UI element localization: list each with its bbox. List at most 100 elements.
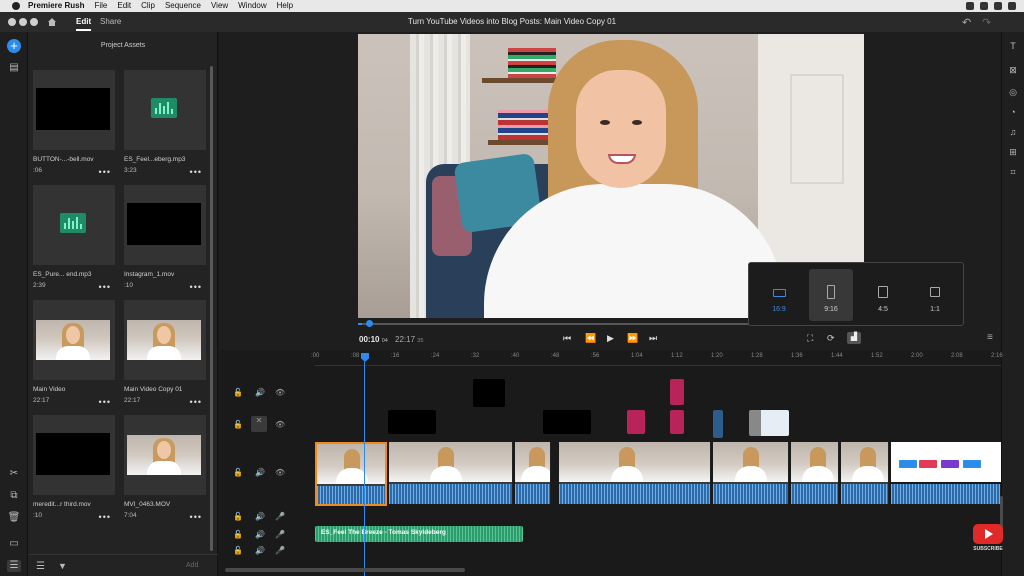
project-assets-icon[interactable]: ▤ xyxy=(7,62,21,74)
trash-icon[interactable]: 🗑 xyxy=(7,512,21,524)
more-options-icon[interactable]: ••• xyxy=(99,167,111,177)
menu-edit[interactable]: Edit xyxy=(117,0,131,12)
asset-item[interactable]: MVI_0463.MOV 7:04 ••• xyxy=(124,415,206,535)
play-icon[interactable]: ▶ xyxy=(607,333,614,344)
microphone-icon[interactable]: 🎤 xyxy=(275,530,285,539)
eye-icon[interactable]: 👁 xyxy=(275,420,285,429)
microphone-icon[interactable]: 🎤 xyxy=(275,546,285,555)
volume-icon[interactable]: 🔊 xyxy=(255,468,265,477)
microphone-icon[interactable]: 🎤 xyxy=(275,512,285,521)
menu-help[interactable]: Help xyxy=(277,0,293,12)
asset-item[interactable]: ES_Pure... end.mp3 2:39 ••• xyxy=(33,185,115,305)
assets-scrollbar[interactable] xyxy=(210,66,213,551)
video-clip[interactable] xyxy=(791,442,839,504)
overlay-clip[interactable] xyxy=(543,410,591,434)
volume-icon[interactable]: 🔊 xyxy=(255,530,265,539)
asset-item[interactable]: BUTTON-...-bell.mov :06 ••• xyxy=(33,70,115,190)
overlay-clip[interactable] xyxy=(713,410,723,438)
more-options-icon[interactable]: ••• xyxy=(190,282,202,292)
list-view-icon[interactable]: ☰ xyxy=(36,561,45,572)
fullscreen-icon[interactable]: ⛶ xyxy=(807,333,813,344)
video-clip[interactable] xyxy=(515,442,551,504)
lock-icon[interactable]: 🔓 xyxy=(233,530,243,539)
overlay-clip[interactable] xyxy=(749,410,789,436)
overlay-clip[interactable] xyxy=(670,410,684,434)
dropbox-icon[interactable] xyxy=(966,2,974,10)
video-clip[interactable] xyxy=(713,442,789,504)
color-icon[interactable]: ◎ xyxy=(1007,86,1019,98)
lock-icon[interactable]: 🔓 xyxy=(233,512,243,521)
go-to-start-icon[interactable]: ⏮ xyxy=(563,333,571,344)
transitions-icon[interactable]: ⊠ xyxy=(1007,64,1019,76)
step-forward-icon[interactable]: ⏩ xyxy=(627,333,638,344)
video-clip[interactable] xyxy=(389,442,513,504)
selected-video-clip[interactable] xyxy=(315,442,387,506)
overlay-clip[interactable] xyxy=(388,410,436,434)
asset-item[interactable]: Main Video 22:17 ••• xyxy=(33,300,115,420)
menu-file[interactable]: File xyxy=(94,0,107,12)
timeline-horizontal-scrollbar[interactable] xyxy=(225,568,465,572)
duplicate-icon[interactable]: ⧉ xyxy=(7,490,21,502)
menu-app-name[interactable]: Premiere Rush xyxy=(28,0,84,12)
overlay-clip[interactable] xyxy=(627,410,645,434)
more-options-icon[interactable]: ••• xyxy=(190,397,202,407)
menu-icon[interactable]: ≡ xyxy=(987,332,993,343)
audio-icon[interactable]: ♫ xyxy=(1007,126,1019,138)
menu-view[interactable]: View xyxy=(211,0,228,12)
video-clip[interactable] xyxy=(841,442,889,504)
eye-icon[interactable]: 👁 xyxy=(275,388,285,397)
more-options-icon[interactable]: ••• xyxy=(190,512,202,522)
more-options-icon[interactable]: ••• xyxy=(99,282,111,292)
overlay-clip[interactable] xyxy=(670,379,684,405)
redo-icon[interactable]: ↷ xyxy=(982,16,991,29)
creative-cloud-icon[interactable] xyxy=(994,2,1002,10)
more-options-icon[interactable]: ••• xyxy=(99,397,111,407)
timeline-view-icon[interactable]: ▭ xyxy=(7,538,21,550)
lock-icon[interactable]: 🔓 xyxy=(233,420,243,429)
overlay-clip[interactable] xyxy=(473,379,505,407)
music-clip[interactable]: ES_Feel The Breeze - Tomas Skyldeberg xyxy=(315,526,523,542)
lock-icon[interactable]: 🔓 xyxy=(233,468,243,477)
aspect-16-9-option[interactable]: 16:9 xyxy=(757,269,801,321)
more-options-icon[interactable]: ••• xyxy=(190,167,202,177)
cloud-icon[interactable] xyxy=(980,2,988,10)
asset-item[interactable]: Instagram_1.mov :10 ••• xyxy=(124,185,206,305)
step-back-icon[interactable]: ⏪ xyxy=(585,333,596,344)
aspect-1-1-option[interactable]: 1:1 xyxy=(913,269,957,321)
loop-icon[interactable]: ⟳ xyxy=(827,333,835,344)
menu-window[interactable]: Window xyxy=(238,0,266,12)
scissors-icon[interactable]: ✂ xyxy=(7,468,21,480)
slide-clip[interactable] xyxy=(891,442,1001,482)
go-to-end-icon[interactable]: ⏭ xyxy=(649,333,657,344)
apple-icon[interactable] xyxy=(12,2,20,10)
crop-icon[interactable]: ⌗ xyxy=(1007,166,1019,178)
undo-icon[interactable]: ↶ xyxy=(962,16,971,29)
volume-icon[interactable]: 🔊 xyxy=(255,512,265,521)
lock-icon[interactable]: 🔓 xyxy=(233,388,243,397)
youtube-subscribe-badge[interactable]: SUBSCRIBE xyxy=(971,524,1005,554)
more-options-icon[interactable]: ••• xyxy=(99,512,111,522)
add-button[interactable]: Add xyxy=(186,562,198,569)
menu-sequence[interactable]: Sequence xyxy=(165,0,201,12)
mute-icon[interactable]: ✕ xyxy=(251,416,267,432)
aspect-9-16-option[interactable]: 9:16 xyxy=(809,269,853,321)
tracks-toggle-icon[interactable]: ☰ xyxy=(7,560,21,572)
filter-icon[interactable]: ▼ xyxy=(58,561,67,571)
menu-clip[interactable]: Clip xyxy=(141,0,155,12)
transform-icon[interactable]: ⊞ xyxy=(1007,146,1019,158)
video-clip[interactable] xyxy=(559,442,711,504)
asset-item[interactable]: Main Video Copy 01 22:17 ••• xyxy=(124,300,206,420)
audio-clip[interactable] xyxy=(891,484,1001,504)
aspect-4-5-option[interactable]: 4:5 xyxy=(861,269,905,321)
timeline-ruler[interactable]: :00:08:16:24:32:40:48:56 1:04 1:12 1:20 1:28… xyxy=(311,350,1003,366)
lock-icon[interactable]: 🔓 xyxy=(233,546,243,555)
add-media-button[interactable]: + xyxy=(7,39,21,53)
scrubber-handle[interactable] xyxy=(365,320,373,327)
asset-item[interactable]: meredit...r third.mov :10 ••• xyxy=(33,415,115,535)
eye-icon[interactable]: 👁 xyxy=(275,468,285,477)
volume-icon[interactable]: 🔊 xyxy=(255,546,265,555)
aspect-ratio-icon[interactable]: ▟ xyxy=(847,332,861,344)
volume-icon[interactable]: 🔊 xyxy=(255,388,265,397)
asset-item[interactable]: ES_Feel...eberg.mp3 3:23 ••• xyxy=(124,70,206,190)
notification-icon[interactable] xyxy=(1008,2,1016,10)
